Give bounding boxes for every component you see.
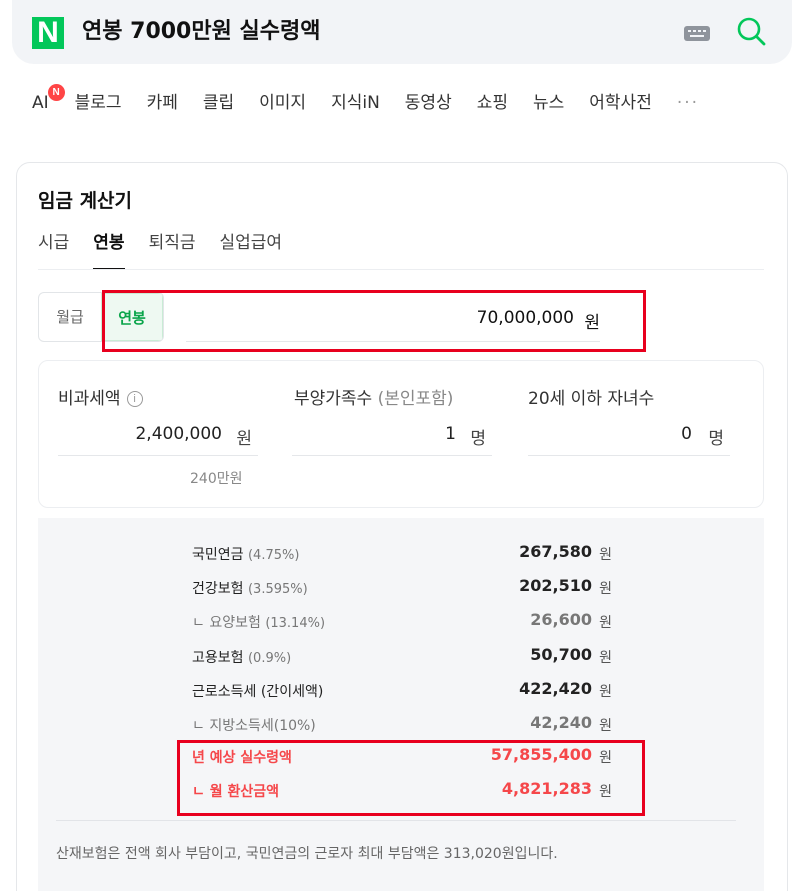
nav-item-shopping[interactable]: 쇼핑 bbox=[477, 88, 508, 118]
search-nav: AI N 블로그 카페 클립 이미지 지식iN 동영상 쇼핑 뉴스 어학사전 ·… bbox=[32, 84, 724, 118]
nav-item-ai[interactable]: AI N bbox=[32, 84, 65, 118]
highlight-box-salary bbox=[102, 290, 646, 352]
nav-item-kin[interactable]: 지식iN bbox=[331, 88, 380, 118]
tab-hourly[interactable]: 시급 bbox=[38, 230, 69, 270]
nontax-hint: 240만원 bbox=[190, 471, 243, 487]
nav-item-image[interactable]: 이미지 bbox=[259, 88, 306, 118]
nav-item-cafe[interactable]: 카페 bbox=[147, 88, 178, 118]
calculator-note: 산재보험은 전액 회사 부담이고, 국민연금의 근로자 최대 부담액은 313,… bbox=[56, 846, 558, 862]
result-row-employment: 고용보험 (0.9%) 50,700 원 bbox=[192, 645, 612, 666]
tab-unemployment[interactable]: 실업급여 bbox=[219, 230, 282, 270]
new-badge: N bbox=[47, 84, 65, 101]
search-bar[interactable]: N 연봉 7000만원 실수령액 bbox=[12, 0, 792, 64]
toggle-monthly[interactable]: 월급 bbox=[39, 293, 101, 341]
nav-item-clip[interactable]: 클립 bbox=[203, 88, 234, 118]
result-row-longterm-care: ㄴ 요양보험 (13.14%) 26,600 원 bbox=[192, 610, 612, 631]
note-divider bbox=[56, 820, 736, 821]
result-row-pension: 국민연금 (4.75%) 267,580 원 bbox=[192, 542, 612, 563]
search-query[interactable]: 연봉 7000만원 실수령액 bbox=[82, 17, 320, 47]
naver-logo-icon[interactable]: N bbox=[32, 17, 64, 49]
result-row-income-tax: 근로소득세 (간이세액) 422,420 원 bbox=[192, 679, 612, 700]
highlight-box-net-pay bbox=[177, 740, 645, 816]
calculator-title: 임금 계산기 bbox=[38, 190, 133, 212]
result-row-health: 건강보험 (3.595%) 202,510 원 bbox=[192, 576, 612, 597]
dependents-input[interactable]: 1 명 bbox=[292, 418, 492, 456]
calculator-tabs: 시급 연봉 퇴직금 실업급여 bbox=[38, 230, 306, 270]
result-panel bbox=[38, 518, 764, 891]
nav-item-video[interactable]: 동영상 bbox=[405, 88, 452, 118]
tab-severance[interactable]: 퇴직금 bbox=[149, 230, 196, 270]
nav-item-dictionary[interactable]: 어학사전 bbox=[589, 88, 652, 118]
keyboard-icon[interactable] bbox=[684, 26, 710, 41]
tab-annual[interactable]: 연봉 bbox=[93, 230, 125, 270]
children-label: 20세 이하 자녀수 bbox=[528, 389, 655, 409]
nav-item-news[interactable]: 뉴스 bbox=[533, 88, 564, 118]
tabs-divider bbox=[38, 269, 764, 270]
search-icon[interactable] bbox=[734, 14, 770, 50]
children-input[interactable]: 0 명 bbox=[528, 418, 730, 456]
nontax-input[interactable]: 2,400,000 원 bbox=[58, 418, 258, 456]
more-icon[interactable]: ··· bbox=[677, 88, 699, 118]
nav-item-blog[interactable]: 블로그 bbox=[75, 88, 122, 118]
info-icon[interactable]: i bbox=[126, 391, 143, 407]
dependents-label: 부양가족수 (본인포함) bbox=[294, 389, 454, 409]
nontax-label: 비과세액 i bbox=[58, 384, 143, 409]
result-row-local-tax: ㄴ 지방소득세(10%) 42,240 원 bbox=[192, 713, 612, 734]
